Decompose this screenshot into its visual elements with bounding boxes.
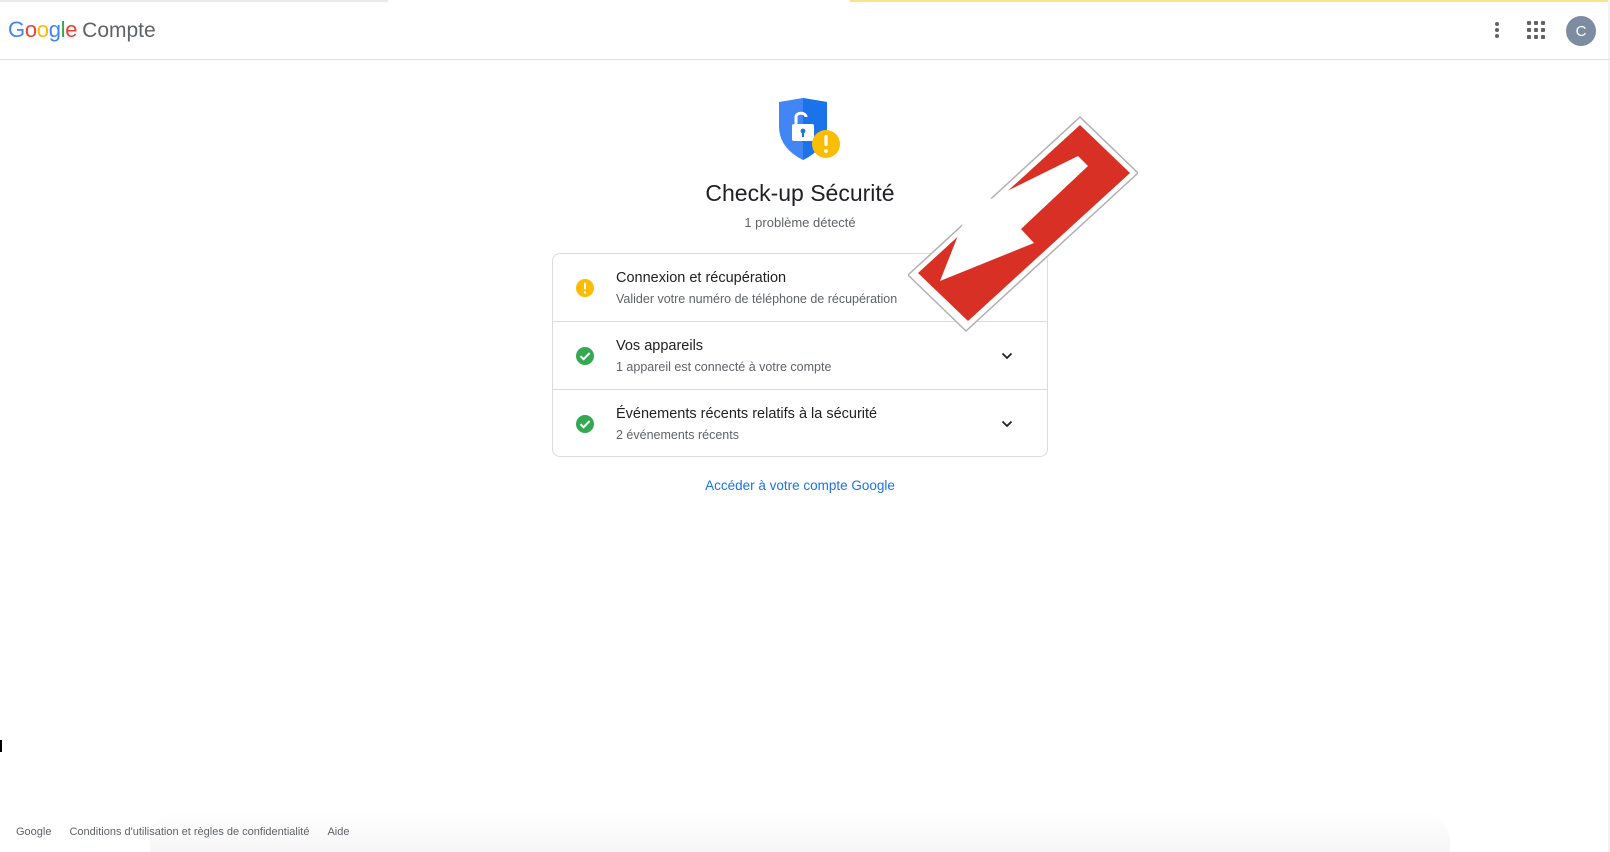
- checkup-description: Valider votre numéro de téléphone de réc…: [616, 292, 898, 306]
- footer-link-help[interactable]: Aide: [327, 826, 349, 838]
- google-logo: Google: [8, 17, 78, 42]
- issues-count: 1 problème détecté: [744, 215, 856, 230]
- product-name: Compte: [82, 19, 156, 42]
- cursor-mark: [0, 740, 2, 752]
- warning-icon: [576, 279, 594, 297]
- brand[interactable]: Google Compte: [8, 17, 156, 43]
- checkup-title: Connexion et récupération: [616, 270, 787, 286]
- page-title: Check-up Sécurité: [705, 180, 895, 206]
- footer-link-google[interactable]: Google: [16, 826, 51, 838]
- more-options-icon[interactable]: [1485, 18, 1509, 42]
- checkup-title: Vos appareils: [616, 338, 704, 354]
- chevron-down-icon[interactable]: [1000, 417, 1014, 431]
- app-header: Google Compte C: [0, 0, 1610, 60]
- checkup-description: 2 événements récents: [616, 428, 739, 442]
- red-arrow-overlay-icon: [908, 115, 1138, 333]
- checkup-title: Événements récents relatifs à la sécurit…: [616, 406, 878, 422]
- checkup-description: 1 appareil est connecté à votre compte: [616, 360, 832, 374]
- check-circle-icon: [576, 347, 594, 365]
- shield-unlock-warning-icon: [779, 98, 840, 160]
- check-circle-icon: [576, 415, 594, 433]
- apps-grid-icon[interactable]: [1524, 18, 1548, 42]
- go-to-google-account-link[interactable]: Accéder à votre compte Google: [0, 478, 1600, 493]
- footer-link-terms-privacy[interactable]: Conditions d'utilisation et règles de co…: [69, 826, 309, 838]
- avatar[interactable]: C: [1566, 16, 1596, 46]
- checkup-row-recent-events[interactable]: Événements récents relatifs à la sécurit…: [553, 390, 1047, 456]
- footer: Google Conditions d'utilisation et règle…: [16, 826, 350, 838]
- chevron-down-icon[interactable]: [1000, 349, 1014, 363]
